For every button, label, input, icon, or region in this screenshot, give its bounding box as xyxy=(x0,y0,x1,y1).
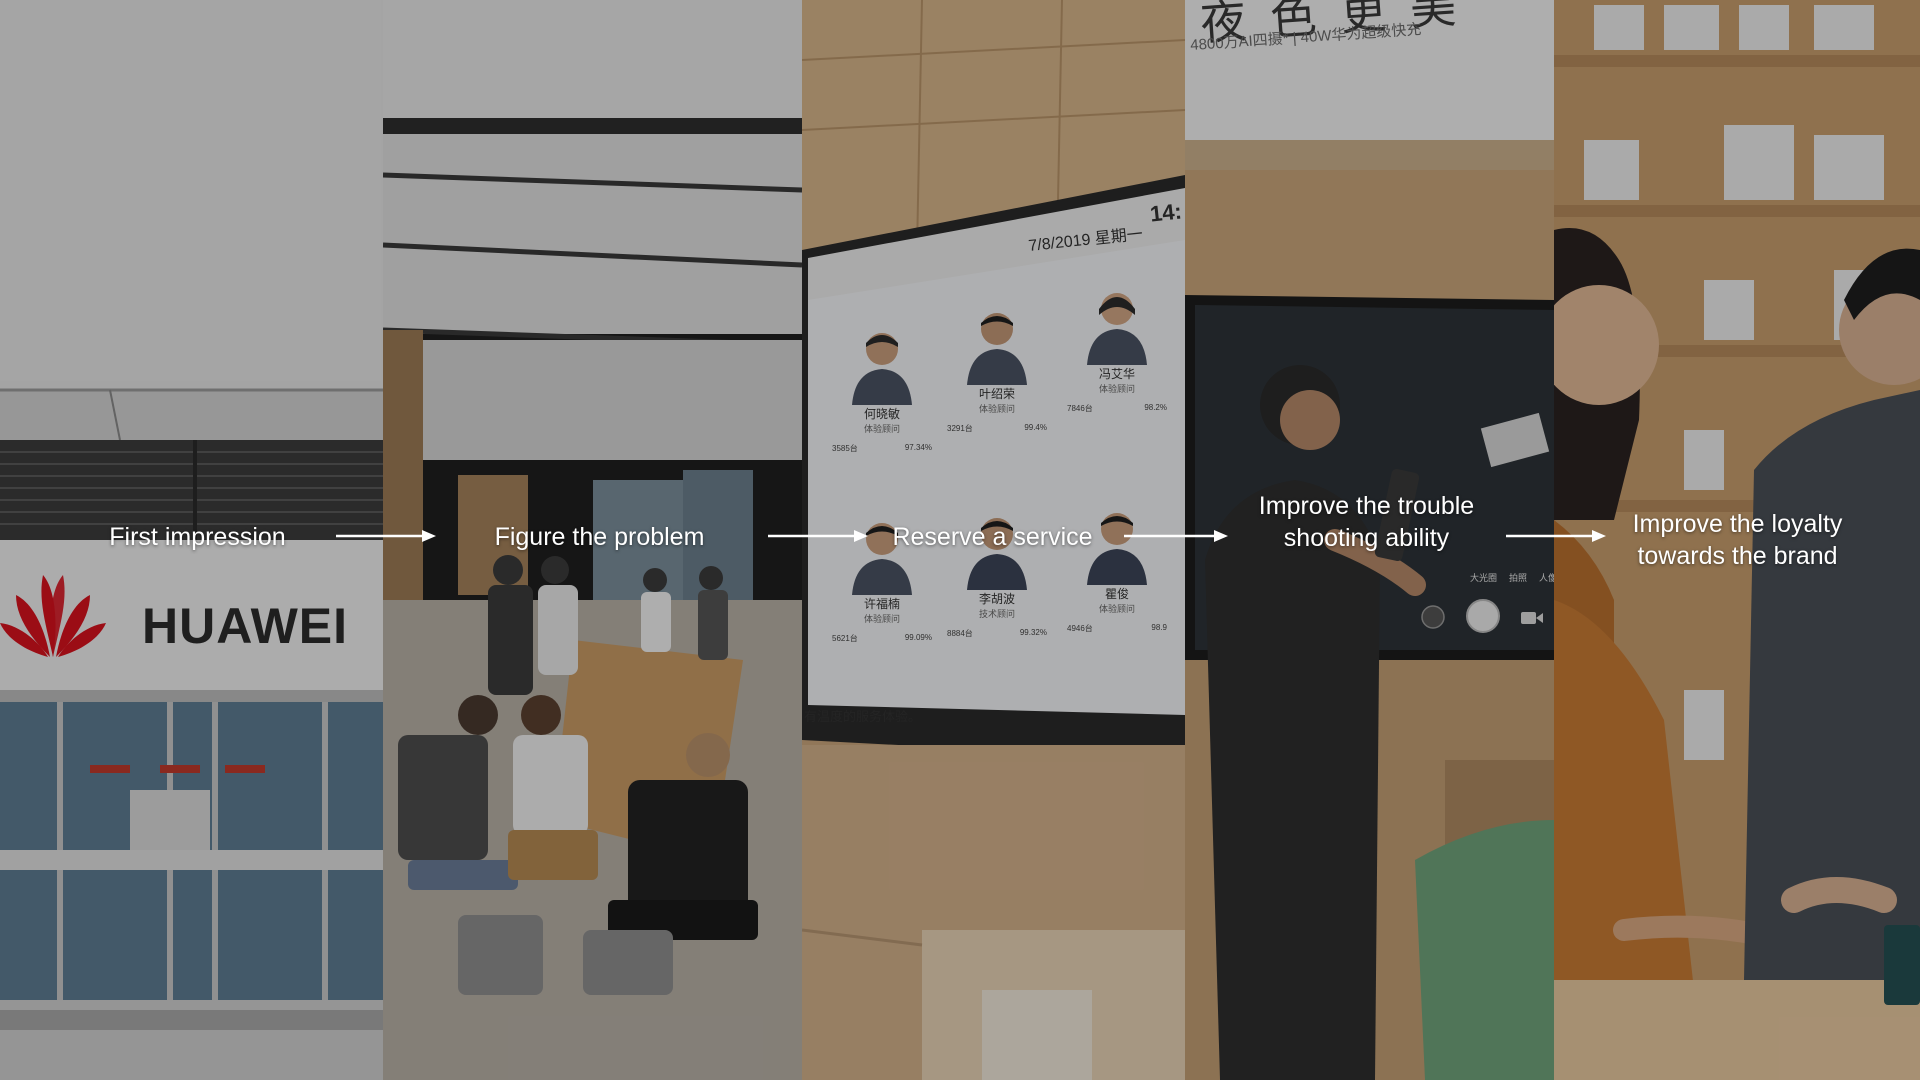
advisor-role: 体验顾问 xyxy=(863,424,900,434)
advisor-name: 许福楠 xyxy=(863,597,900,611)
gallery-icon xyxy=(1421,605,1445,629)
advisor-rate: 99.32% xyxy=(1019,628,1047,637)
store-brand-text: HUAWEI xyxy=(142,598,348,654)
advisor-rate: 99.09% xyxy=(904,633,932,642)
camera-mode-portrait: 人像 xyxy=(1539,573,1554,583)
advisor-role: 技术顾问 xyxy=(978,609,1015,619)
advisor-rate: 99.4% xyxy=(1024,423,1047,432)
advisor-rate: 98.2% xyxy=(1144,403,1167,412)
arrow-right-icon xyxy=(1124,530,1228,542)
camera-shutter-icon xyxy=(1466,599,1500,633)
advisor-grid: 何晓敏 体验顾问 3585台 97.34% 叶绍荣 体验顾问 3291台 99.… xyxy=(812,280,1185,720)
advisor-name: 叶绍荣 xyxy=(978,387,1015,401)
camera-mode-bar: 大光圈 拍照 人像 xyxy=(1470,571,1554,584)
step-label-first-impression: First impression xyxy=(109,523,286,551)
step-label-reserve-service: Reserve a service xyxy=(892,523,1093,551)
advisor-role: 体验顾问 xyxy=(863,614,900,624)
advisor-card: 叶绍荣 体验顾问 3291台 99.4% xyxy=(947,305,1047,434)
screen-time: 14: xyxy=(1148,198,1183,227)
camera-mode-aperture: 大光圈 xyxy=(1470,573,1498,583)
advisor-count: 3291台 xyxy=(947,424,973,433)
advisor-name: 冯艾华 xyxy=(1098,367,1135,381)
advisor-role: 体验顾问 xyxy=(1098,604,1135,614)
advisor-count: 8884台 xyxy=(947,629,973,638)
step-label-figure-problem: Figure the problem xyxy=(494,523,705,551)
advisor-count: 3585台 xyxy=(832,444,858,453)
advisor-card: 冯艾华 体验顾问 7846台 98.2% xyxy=(1067,285,1167,414)
step-label-brand-loyalty: Improve the loyalty towards the brand xyxy=(1632,510,1843,570)
advisor-name: 瞿俊 xyxy=(1104,587,1129,601)
advisor-rate: 97.34% xyxy=(904,443,932,452)
advisor-role: 体验顾问 xyxy=(1098,384,1135,394)
advisor-name: 李胡波 xyxy=(978,592,1015,606)
advisor-rate: 98.9 xyxy=(1151,623,1167,632)
video-icon xyxy=(1521,612,1543,624)
camera-mode-photo: 拍照 xyxy=(1509,573,1528,583)
advisor-photo xyxy=(1087,293,1147,365)
advisor-photo xyxy=(852,333,912,405)
advisor-name: 何晓敏 xyxy=(863,407,900,421)
advisor-count: 4946台 xyxy=(1067,624,1093,633)
advisor-count: 5621台 xyxy=(832,634,858,643)
arrow-right-icon xyxy=(336,530,436,542)
advisor-role: 体验顾问 xyxy=(978,404,1015,414)
advisor-photo xyxy=(967,313,1027,385)
huawei-logo-icon xyxy=(0,575,106,657)
screen-footer-text: 有温度的服务体验。 xyxy=(804,709,922,724)
advisor-card: 何晓敏 体验顾问 3585台 97.34% xyxy=(832,325,932,454)
arrow-right-icon xyxy=(768,530,868,542)
step-label-troubleshooting: Improve the trouble shooting ability xyxy=(1258,492,1475,552)
arrow-right-icon xyxy=(1506,530,1606,542)
storyboard: HUAWEI 7/8/2019 星期一 14: 何晓敏 体验顾问 3585台 9… xyxy=(0,0,1920,1080)
advisor-count: 7846台 xyxy=(1067,404,1093,413)
